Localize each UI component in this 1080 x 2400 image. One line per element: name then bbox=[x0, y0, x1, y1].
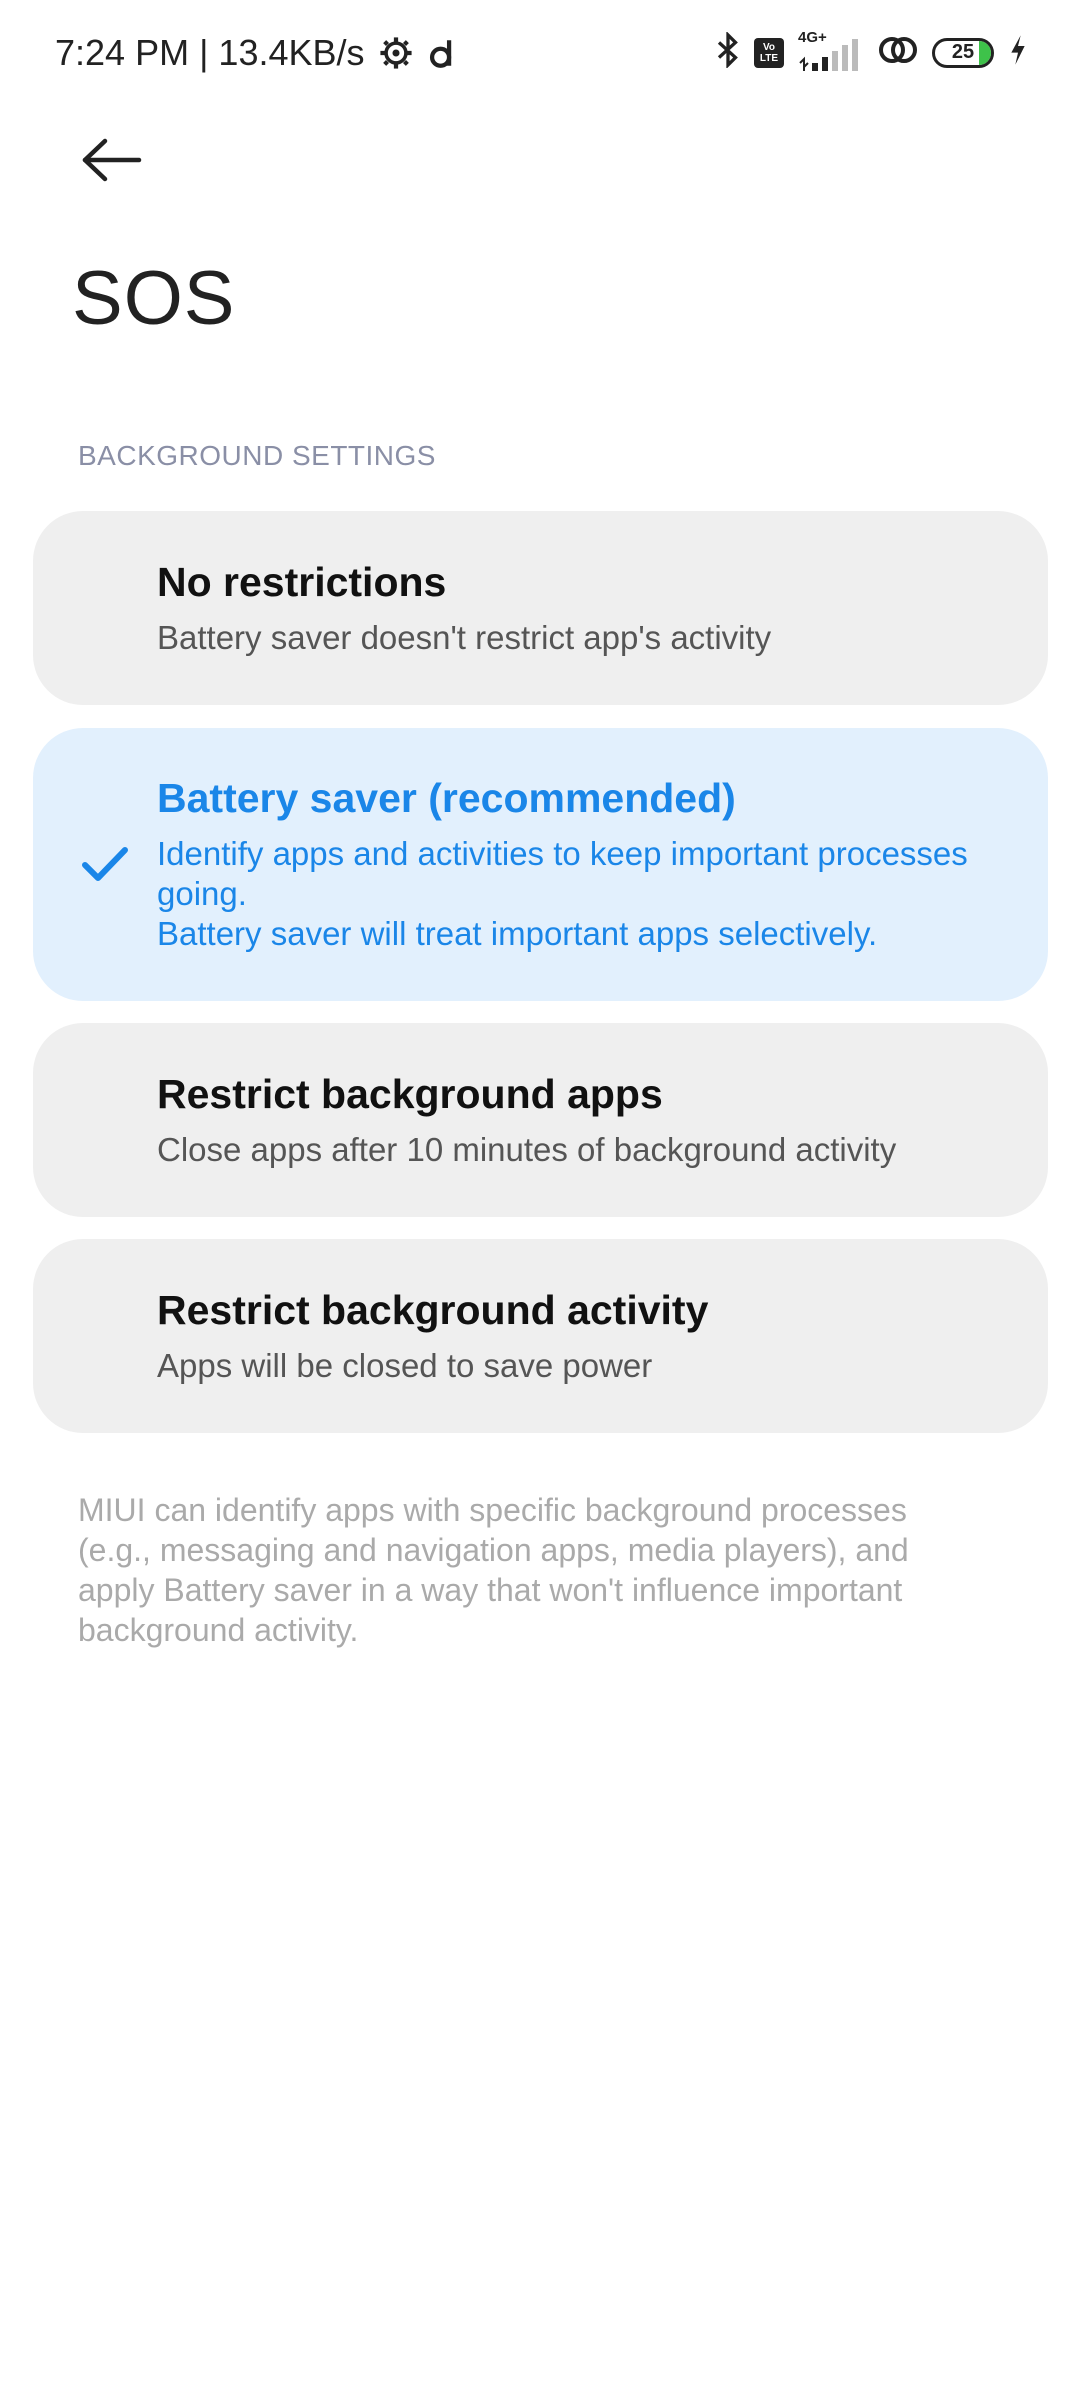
battery-icon: 25 bbox=[932, 37, 994, 68]
volte-icon: Vo LTE bbox=[754, 37, 784, 68]
back-button[interactable] bbox=[72, 120, 152, 200]
status-bar: 7:24 PM | 13.4KB/s Vo LTE 4G+ 25 bbox=[0, 0, 1080, 105]
time-speed: 7:24 PM | 13.4KB/s bbox=[55, 31, 365, 73]
status-left: 7:24 PM | 13.4KB/s bbox=[55, 32, 457, 74]
section-header: BACKGROUND SETTINGS bbox=[78, 440, 436, 471]
option-restrict-background-apps[interactable]: Restrict background apps Close apps afte… bbox=[33, 1023, 1048, 1217]
bluetooth-icon bbox=[716, 31, 740, 73]
network-type: 4G+ bbox=[798, 28, 827, 46]
option-description: Identify apps and activities to keep imp… bbox=[157, 835, 968, 912]
signal-icon: 4G+ bbox=[798, 29, 864, 73]
battery-level: 25 bbox=[951, 41, 975, 63]
option-title: Restrict background activity bbox=[157, 1286, 709, 1333]
charging-icon bbox=[1008, 34, 1028, 71]
hotspot-link-icon bbox=[878, 33, 918, 72]
option-description: Close apps after 10 minutes of backgroun… bbox=[157, 1130, 897, 1168]
option-description: Battery saver doesn't restrict app's act… bbox=[157, 618, 772, 656]
option-title: Battery saver (recommended) bbox=[157, 775, 736, 821]
footnote: MIUI can identify apps with specific bac… bbox=[78, 1492, 909, 1648]
arrow-left-icon bbox=[82, 138, 142, 182]
app-notification-icon bbox=[427, 36, 457, 70]
option-title: No restrictions bbox=[157, 558, 447, 605]
checkmark-icon bbox=[82, 846, 128, 881]
option-no-restrictions[interactable]: No restrictions Battery saver doesn't re… bbox=[33, 511, 1048, 705]
option-description-extra: Battery saver will treat important apps … bbox=[157, 915, 878, 952]
option-restrict-background-activity[interactable]: Restrict background activity Apps will b… bbox=[33, 1239, 1048, 1433]
option-title: Restrict background apps bbox=[157, 1070, 663, 1117]
settings-gear-icon bbox=[379, 36, 413, 70]
option-battery-saver[interactable]: Battery saver (recommended) Identify app… bbox=[33, 728, 1048, 1001]
page-title: SOS bbox=[72, 256, 236, 341]
option-description: Apps will be closed to save power bbox=[157, 1346, 653, 1384]
status-right: Vo LTE 4G+ 25 bbox=[716, 29, 1028, 73]
